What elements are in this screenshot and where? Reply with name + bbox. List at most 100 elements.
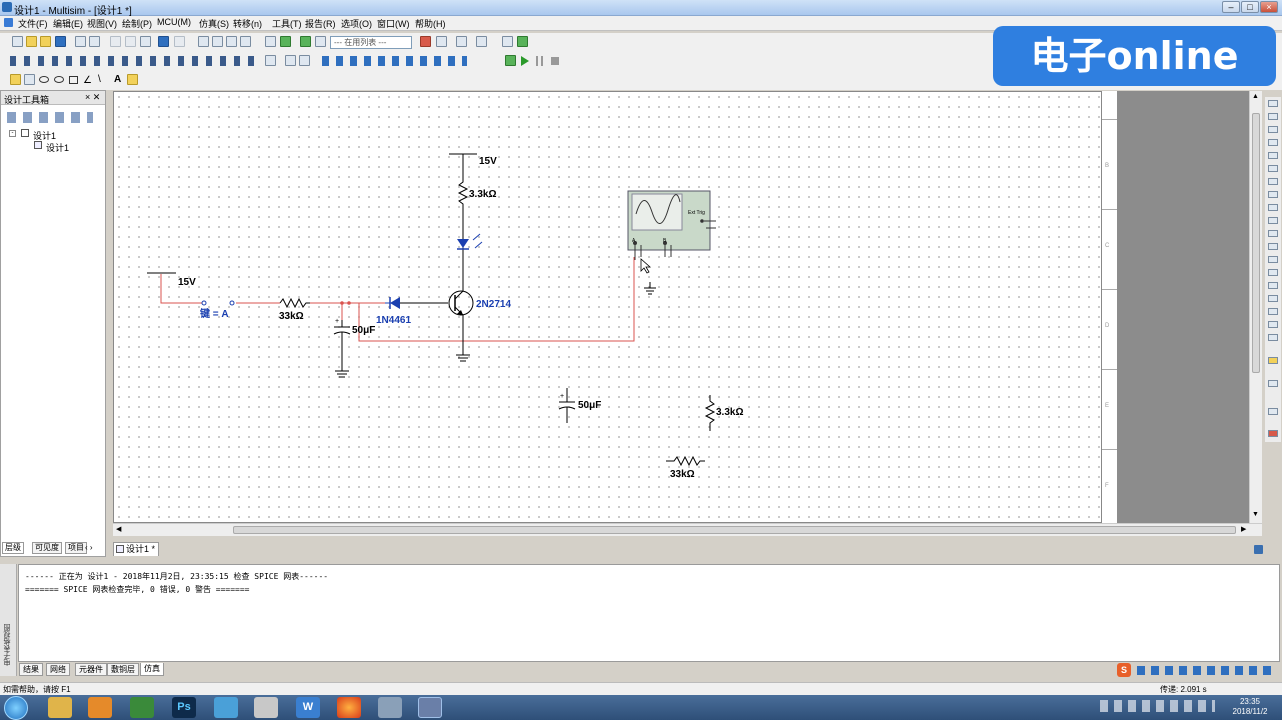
photoshop-icon[interactable]: Ps <box>172 697 196 718</box>
menu-view[interactable]: 视图(V) <box>87 17 117 30</box>
tab-nets[interactable]: 网络 <box>46 663 70 676</box>
zoom-area-icon[interactable] <box>240 36 251 47</box>
tab-results[interactable]: 结果 <box>19 663 43 676</box>
transfer-icon[interactable] <box>476 36 487 47</box>
minimize-button[interactable]: – <box>1222 1 1240 13</box>
spectrum-analyzer-icon[interactable] <box>1268 256 1278 263</box>
system-tray-icons[interactable] <box>1100 700 1215 712</box>
menu-window[interactable]: 窗口(W) <box>377 17 410 30</box>
open-sample-icon[interactable] <box>40 36 51 47</box>
in-use-list-select[interactable]: --- 在用列表 --- <box>330 36 412 49</box>
component-bin-icons[interactable] <box>10 56 260 66</box>
file-explorer-icon[interactable] <box>48 697 72 718</box>
probe-icon[interactable] <box>265 55 276 66</box>
open-icon[interactable] <box>26 36 37 47</box>
panel-close-icon[interactable]: × ✕ <box>85 92 100 103</box>
redo-icon[interactable] <box>174 36 185 47</box>
tab-list-icon[interactable] <box>1254 545 1263 554</box>
tab-simulation[interactable]: 仿真 <box>140 663 164 676</box>
firefox-icon[interactable] <box>337 697 361 718</box>
start-button-icon[interactable] <box>4 696 28 720</box>
comment-icon[interactable] <box>127 74 138 85</box>
menu-help[interactable]: 帮助(H) <box>415 17 446 30</box>
tab-hierarchy[interactable]: 层级 <box>2 542 24 554</box>
print-preview-icon[interactable] <box>89 36 100 47</box>
function-generator-icon[interactable] <box>1268 113 1278 120</box>
menu-place[interactable]: 绘制(P) <box>122 17 152 30</box>
erc-icon[interactable] <box>420 36 431 47</box>
schematic-canvas[interactable]: 15V 键 = A 33kΩ + 50μF 1N4461 2N2714 3.3k… <box>113 91 1117 523</box>
cut-icon[interactable] <box>110 36 121 47</box>
bode-plotter-icon[interactable] <box>1268 165 1278 172</box>
polygon-icon[interactable] <box>24 74 35 85</box>
paste-icon[interactable] <box>140 36 151 47</box>
word-icon[interactable]: W <box>296 697 320 718</box>
wattmeter-icon[interactable] <box>1268 126 1278 133</box>
tree-collapse-icon[interactable]: - <box>9 130 16 137</box>
vertical-scrollbar[interactable]: ▲ ▼ <box>1249 91 1262 523</box>
distortion-analyzer-icon[interactable] <box>1268 243 1278 250</box>
component-wizard-icon[interactable] <box>300 36 311 47</box>
document-app-icon[interactable] <box>254 697 278 718</box>
tree-child-label[interactable]: 设计1 <box>46 141 69 154</box>
line-icon[interactable]: \ <box>98 74 101 85</box>
iv-analyzer-icon[interactable] <box>1268 230 1278 237</box>
toolbox-toolbar-icons[interactable] <box>7 112 93 123</box>
network-analyzer-icon[interactable] <box>1268 269 1278 276</box>
instrument-toolbar-icons[interactable] <box>322 56 467 66</box>
four-channel-scope-icon[interactable] <box>1268 152 1278 159</box>
frequency-counter-icon[interactable] <box>1268 178 1278 185</box>
agilent-multimeter-icon[interactable] <box>1268 295 1278 302</box>
copy-icon[interactable] <box>125 36 136 47</box>
fullscreen-icon[interactable] <box>198 36 209 47</box>
database-icon[interactable] <box>280 36 291 47</box>
stop-icon[interactable] <box>551 57 559 65</box>
bus-icon[interactable] <box>285 55 296 66</box>
current-probe-icon[interactable] <box>1268 357 1278 364</box>
tektronix-scope-icon[interactable] <box>1268 321 1278 328</box>
tab-schematic-design[interactable]: 设计1 * <box>113 542 159 556</box>
oscilloscope-icon[interactable] <box>1268 139 1278 146</box>
tab-components[interactable]: 元器件 <box>75 663 107 676</box>
ellipse-icon[interactable] <box>39 76 49 83</box>
help-icon[interactable] <box>517 36 528 47</box>
media-player-icon[interactable] <box>88 697 112 718</box>
menu-reports[interactable]: 报告(R) <box>305 17 336 30</box>
close-button[interactable]: × <box>1260 1 1278 13</box>
polyline-icon[interactable]: ∠ <box>83 75 92 86</box>
ni-elvis-icon[interactable] <box>1268 380 1278 387</box>
spreadsheet-icon[interactable] <box>265 36 276 47</box>
back-annotate-icon[interactable] <box>436 36 447 47</box>
new-icon[interactable] <box>12 36 23 47</box>
forward-annotate-icon[interactable] <box>456 36 467 47</box>
probe-red-icon[interactable] <box>1268 430 1278 437</box>
tab-visibility[interactable]: 可见度 <box>32 542 62 554</box>
taskbar-clock[interactable]: 23:35 2018/11/2 <box>1220 697 1280 717</box>
multimeter-icon[interactable] <box>1268 100 1278 107</box>
menu-simulate[interactable]: 仿真(S) <box>199 17 229 30</box>
wps-icon[interactable] <box>130 697 154 718</box>
rectangle-icon[interactable] <box>69 76 78 84</box>
maximize-button[interactable]: □ <box>1241 1 1259 13</box>
tab-project[interactable]: 项目 <box>65 542 87 554</box>
find-examples-icon[interactable] <box>502 36 513 47</box>
vertical-scroll-thumb[interactable] <box>1252 113 1260 373</box>
labview-icon[interactable] <box>1268 334 1278 341</box>
text-icon[interactable]: A <box>114 74 121 85</box>
undo-icon[interactable] <box>158 36 169 47</box>
app-icon[interactable] <box>214 697 238 718</box>
multisim-taskbar-icon[interactable] <box>418 697 442 718</box>
print-icon[interactable] <box>75 36 86 47</box>
paint-icon[interactable] <box>378 697 402 718</box>
menu-edit[interactable]: 编辑(E) <box>53 17 83 30</box>
menu-transfer[interactable]: 转移(n) <box>233 17 262 30</box>
menu-options[interactable]: 选项(O) <box>341 17 372 30</box>
menu-tools[interactable]: 工具(T) <box>272 17 302 30</box>
measurement-probe-icon[interactable] <box>1268 408 1278 415</box>
logic-converter-icon[interactable] <box>1268 204 1278 211</box>
sogou-ime-icon[interactable]: S <box>1117 663 1131 677</box>
word-generator-icon[interactable] <box>1268 191 1278 198</box>
logic-analyzer-icon[interactable] <box>1268 217 1278 224</box>
in-use-list-icon[interactable] <box>315 36 326 47</box>
tab-copper-layers[interactable]: 敷铜层 <box>107 663 139 676</box>
